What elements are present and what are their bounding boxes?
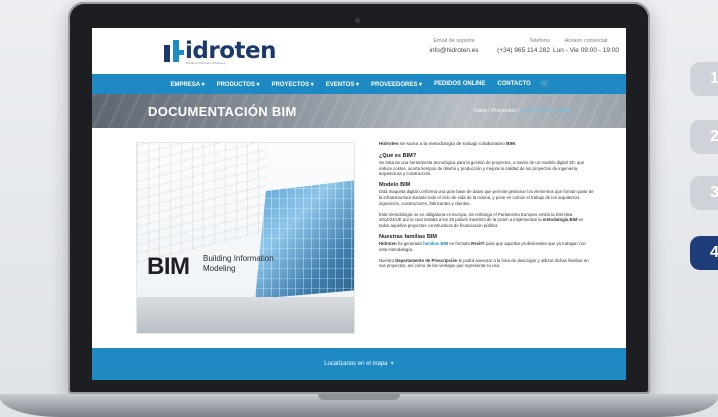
intro-text: se suma a la metodología de trabajo cola…	[398, 142, 507, 147]
blueprint-sketch	[137, 143, 267, 263]
site-footer: Localízanos en el mapa ⌖	[92, 348, 626, 380]
bim-keyword: BIM	[506, 142, 515, 147]
revit-keyword: Revit®	[471, 240, 485, 246]
step-button-2[interactable]: 2	[690, 120, 718, 154]
nav-proyectos[interactable]: PROYECTOS ▾	[266, 81, 320, 88]
modelo-bim-text: Esta maqueta digital conforma una gran b…	[378, 189, 594, 206]
dept-start: Nuestro	[378, 257, 396, 263]
step-button-3[interactable]: 3	[690, 176, 718, 210]
eu-bold: metodología BIM	[542, 217, 578, 223]
step-label: 3	[710, 184, 718, 201]
phone-value[interactable]: (+34) 965 114 282	[480, 47, 550, 54]
hours-value: Lun - Vie 09:00 - 19:00	[552, 47, 619, 54]
nav-eventos[interactable]: EVENTOS ▾	[320, 81, 365, 88]
bim-logo-text: BIM	[147, 253, 190, 280]
phone-info: Teléfono (+34) 965 114 282	[480, 38, 550, 54]
article-text: Hidroten se suma a la metodología de tra…	[379, 142, 594, 336]
cart-icon[interactable]: 🛒	[537, 80, 554, 88]
website-screen: idroten Building Information Modeling Em…	[92, 28, 626, 380]
section-title-modelo-bim: Modelo BIM	[378, 182, 411, 189]
intro-paragraph: Hidroten se suma a la metodología de tra…	[378, 142, 517, 147]
familias-paragraph: Hidroten ha generado familias BIM en for…	[379, 241, 594, 253]
nav-empresa[interactable]: EMPRESA ▾	[164, 81, 210, 88]
step-label: 1	[710, 70, 718, 87]
bim-logo-subtitle: Building Information Modeling	[203, 254, 274, 273]
families-mid: ha generado	[396, 240, 424, 246]
site-header: idroten Building Information Modeling Em…	[92, 28, 626, 74]
step-button-1[interactable]: 1	[690, 62, 718, 96]
breadcrumb: Inicio / Proyectos / Documentación BIM	[473, 108, 570, 114]
step-label: 4	[710, 244, 718, 261]
bim-hero-image: BIM Building Information Modeling	[136, 142, 355, 334]
glass-building-illustration	[255, 179, 354, 299]
phone-label: Teléfono	[529, 38, 550, 44]
breadcrumb-current: Documentación BIM	[520, 108, 570, 114]
eu-directive-paragraph: Esta metodología no es obligatoria en Eu…	[379, 212, 594, 229]
families-brand: Hidroten	[378, 240, 397, 246]
section-title-familias: Nuestras familias BIM	[378, 233, 438, 240]
map-pin-icon: ⌖	[390, 360, 394, 367]
breadcrumb-proyectos[interactable]: Proyectos	[491, 108, 515, 114]
ground-plane	[137, 297, 354, 333]
laptop-notch	[318, 394, 400, 400]
dept-bold: Departamento de Prescripción	[395, 257, 458, 263]
familias-bim-link[interactable]: familias BIM	[423, 241, 448, 246]
logo-tagline: Building Information Modeling	[186, 61, 226, 65]
nav-contacto[interactable]: CONTACTO	[491, 81, 536, 87]
section-title-que-es-bim: ¿Qué es BIM?	[378, 152, 417, 159]
nav-productos[interactable]: PRODUCTOS ▾	[211, 81, 266, 88]
brand-name: Hidroten	[378, 142, 399, 147]
main-content: BIM Building Information Modeling Hidrot…	[92, 128, 626, 336]
page-banner: DOCUMENTACIÓN BIM Inicio / Proyectos / D…	[92, 94, 626, 128]
families-mid2: en formato	[448, 240, 472, 246]
que-es-bim-text: Se trata de una herramienta tecnológica …	[378, 159, 585, 177]
prescripcion-paragraph: Nuestro Departamento de Prescripción le …	[379, 258, 594, 270]
page-title: DOCUMENTACIÓN BIM	[148, 104, 297, 119]
laptop-base	[0, 394, 718, 417]
nav-proveedores[interactable]: PROVEEDORES ▾	[365, 81, 428, 88]
nav-pedidos-online[interactable]: PEDIDOS ONLINE	[428, 81, 491, 87]
breadcrumb-home[interactable]: Inicio	[474, 108, 487, 114]
logo-mark-icon	[164, 40, 184, 62]
step-button-4[interactable]: 4	[690, 236, 718, 270]
main-nav: EMPRESA ▾ PRODUCTOS ▾ PROYECTOS ▾ EVENTO…	[92, 74, 626, 94]
map-link[interactable]: Localízanos en el mapa	[324, 361, 387, 367]
step-label: 2	[710, 128, 718, 145]
camera-icon	[355, 18, 360, 23]
business-hours: Horario comercial Lun - Vie 09:00 - 19:0…	[548, 38, 624, 54]
hours-label: Horario comercial	[564, 38, 608, 44]
